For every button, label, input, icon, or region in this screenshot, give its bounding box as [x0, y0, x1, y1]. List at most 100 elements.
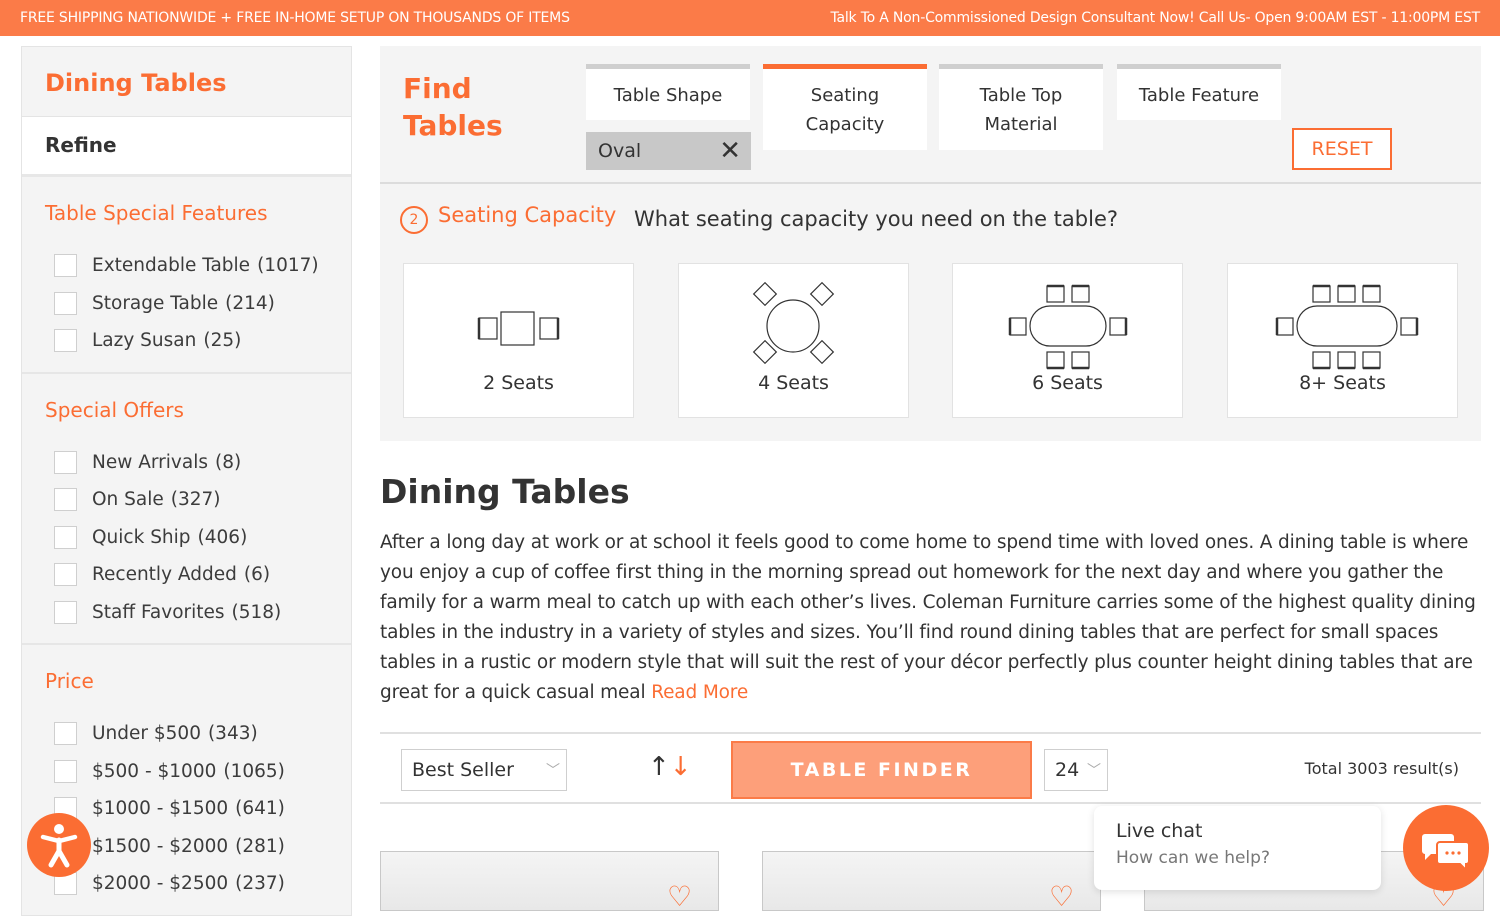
- filter-storage-table[interactable]: Storage Table (214): [45, 285, 328, 323]
- facet-title[interactable]: Table Special Features: [45, 201, 328, 225]
- filter-extendable-table[interactable]: Extendable Table (1017): [45, 247, 328, 285]
- two-seat-table-icon: [477, 311, 560, 346]
- filter-count: (214): [225, 292, 275, 314]
- filter-label: Staff Favorites: [92, 601, 225, 623]
- category-description: After a long day at work or at school it…: [380, 528, 1485, 708]
- filter-label: $1500 - $2000: [92, 835, 229, 857]
- six-seat-table-icon: [1008, 284, 1128, 370]
- chevron-down-icon: ﹀: [1087, 763, 1101, 779]
- chip-label: Oval: [598, 140, 642, 162]
- read-more-link[interactable]: Read More: [651, 682, 748, 703]
- product-card[interactable]: ♡: [762, 851, 1101, 913]
- step-question: What seating capacity you need on the ta…: [634, 207, 1119, 231]
- promo-shipping-text: FREE SHIPPING NATIONWIDE + FREE IN-HOME …: [20, 10, 570, 26]
- eight-seat-table-icon: [1275, 284, 1419, 370]
- filter-label: Storage Table: [92, 292, 219, 314]
- promo-bar: FREE SHIPPING NATIONWIDE + FREE IN-HOME …: [0, 0, 1500, 36]
- checkbox[interactable]: [54, 759, 77, 783]
- facet-special-offers: Special Offers New Arrivals (8) On Sale (3…: [22, 374, 351, 645]
- chevron-down-icon: ﹀: [546, 763, 560, 779]
- filter-count: (8): [214, 451, 242, 473]
- seat-option-label: 4 Seats: [758, 372, 829, 394]
- checkbox[interactable]: [54, 525, 77, 549]
- checkbox[interactable]: [54, 254, 77, 278]
- filter-count: (1065): [223, 760, 285, 782]
- page-heading: Dining Tables: [380, 472, 630, 511]
- finder-title: Find Tables: [403, 70, 503, 144]
- filter-lazy-susan[interactable]: Lazy Susan (25): [45, 322, 328, 360]
- chat-bubbles-icon: [1422, 834, 1470, 873]
- promo-consultant-text[interactable]: Talk To A Non-Commissioned Design Consul…: [830, 10, 1480, 26]
- wishlist-heart-icon[interactable]: ♡: [667, 880, 692, 913]
- tab-table-shape[interactable]: Table Shape: [586, 64, 750, 120]
- facet-title[interactable]: Price: [45, 669, 328, 693]
- finder-title-line2: Tables: [403, 109, 503, 142]
- facet-title[interactable]: Special Offers: [45, 398, 328, 422]
- live-chat-prompt[interactable]: Live chat How can we help?: [1094, 806, 1381, 890]
- sidebar-category-title: Dining Tables: [22, 47, 351, 117]
- seat-option-4[interactable]: 4 Seats: [678, 263, 909, 418]
- facet-table-special-features: Table Special Features Extendable Table (…: [22, 177, 351, 374]
- selected-filter-chip: Oval ✕: [586, 132, 751, 170]
- results-total: Total 3003 result(s): [1304, 759, 1459, 778]
- filter-count: (518): [231, 601, 282, 623]
- live-chat-button[interactable]: [1403, 805, 1489, 891]
- seat-option-2[interactable]: 2 Seats: [403, 263, 634, 418]
- filter-on-sale[interactable]: On Sale (327): [45, 481, 328, 519]
- filter-count: (327): [170, 489, 221, 511]
- seat-option-6[interactable]: 6 Seats: [952, 263, 1183, 418]
- results-toolbar: Best Seller ﹀ ↑↓ TABLE FINDER 24 ﹀ Total…: [380, 732, 1481, 804]
- seat-option-8-plus[interactable]: 8+ Seats: [1227, 263, 1458, 418]
- seat-option-label: 8+ Seats: [1299, 372, 1386, 394]
- checkbox[interactable]: [54, 722, 77, 746]
- arrow-up-icon: ↑: [648, 752, 670, 782]
- filter-label: On Sale: [92, 489, 164, 511]
- filter-price-under-500[interactable]: Under $500 (343): [45, 715, 328, 753]
- chat-title: Live chat: [1116, 820, 1203, 842]
- filter-label: $500 - $1000: [92, 760, 217, 782]
- refine-heading: Refine: [22, 117, 351, 177]
- table-finder: Find Tables Table Shape Seating Capacity…: [380, 46, 1481, 441]
- close-icon[interactable]: ✕: [719, 138, 741, 164]
- reset-button[interactable]: RESET: [1292, 128, 1392, 170]
- checkbox[interactable]: [54, 329, 77, 353]
- sort-direction-toggle[interactable]: ↑↓: [648, 752, 692, 782]
- filter-count: (406): [197, 526, 248, 548]
- filter-label: $1000 - $1500: [92, 798, 229, 820]
- tab-table-top-material[interactable]: Table Top Material: [939, 64, 1103, 150]
- filter-count: (1017): [257, 255, 319, 277]
- wishlist-heart-icon[interactable]: ♡: [1049, 880, 1074, 913]
- filter-new-arrivals[interactable]: New Arrivals (8): [45, 444, 328, 482]
- step-label: Seating Capacity: [438, 203, 617, 227]
- sort-select-value: Best Seller: [412, 759, 514, 781]
- checkbox[interactable]: [54, 450, 77, 474]
- product-card[interactable]: ♡: [380, 851, 719, 913]
- filter-label: New Arrivals: [92, 451, 208, 473]
- accessibility-button[interactable]: [27, 813, 91, 877]
- filter-label: $2000 - $2500: [92, 873, 229, 895]
- filter-count: (641): [235, 798, 285, 820]
- seat-option-label: 2 Seats: [483, 372, 554, 394]
- tab-seating-capacity[interactable]: Seating Capacity: [763, 64, 927, 150]
- accessibility-icon: [40, 824, 78, 868]
- filter-price-500-1000[interactable]: $500 - $1000 (1065): [45, 753, 328, 791]
- filter-staff-favorites[interactable]: Staff Favorites (518): [45, 594, 328, 632]
- filter-label: Quick Ship: [92, 526, 191, 548]
- checkbox[interactable]: [54, 600, 77, 624]
- tab-table-feature[interactable]: Table Feature: [1117, 64, 1281, 120]
- sort-select[interactable]: Best Seller ﹀: [401, 749, 567, 791]
- checkbox[interactable]: [54, 488, 77, 512]
- filter-count: (25): [203, 330, 242, 352]
- table-finder-button[interactable]: TABLE FINDER: [731, 741, 1032, 799]
- filter-label: Extendable Table: [92, 255, 251, 277]
- filter-sidebar: Dining Tables Refine Table Special Featu…: [21, 46, 352, 916]
- filter-label: Recently Added: [92, 564, 237, 586]
- checkbox[interactable]: [54, 291, 77, 315]
- filter-quick-ship[interactable]: Quick Ship (406): [45, 519, 328, 557]
- arrow-down-icon: ↓: [669, 752, 692, 782]
- filter-count: (6): [243, 564, 271, 586]
- checkbox[interactable]: [54, 563, 77, 587]
- chat-subtitle: How can we help?: [1116, 848, 1270, 868]
- per-page-select[interactable]: 24 ﹀: [1044, 749, 1108, 791]
- filter-recently-added[interactable]: Recently Added (6): [45, 556, 328, 594]
